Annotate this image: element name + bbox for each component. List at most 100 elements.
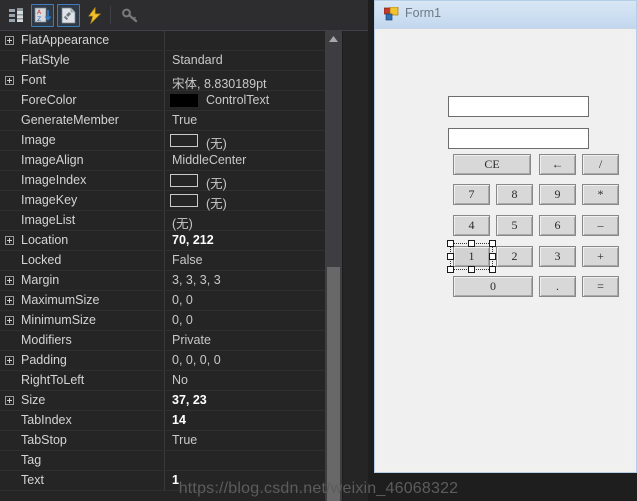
property-value-label[interactable]: Standard <box>172 53 223 67</box>
property-pages-icon[interactable] <box>118 4 141 27</box>
property-row[interactable]: Size 37, 23 <box>0 391 325 411</box>
property-name-label: ImageAlign <box>21 153 84 167</box>
properties-toolbar: A Z <box>0 0 368 31</box>
button-3[interactable]: 3 <box>539 246 576 267</box>
property-row[interactable]: MinimumSize 0, 0 <box>0 311 325 331</box>
button-equals[interactable]: = <box>582 276 619 297</box>
form-titlebar[interactable]: Form1 <box>375 1 636 29</box>
categorized-view-icon[interactable] <box>5 4 28 27</box>
resize-handle-e[interactable] <box>489 253 496 260</box>
property-grid-scrollbar[interactable] <box>325 31 342 501</box>
resize-handle-s[interactable] <box>468 266 475 273</box>
property-value-label[interactable]: False <box>172 253 203 267</box>
property-value-label[interactable]: (无) <box>172 213 193 232</box>
property-value-label[interactable]: 3, 3, 3, 3 <box>172 273 221 287</box>
property-value-label[interactable]: (无) <box>206 173 227 192</box>
property-name-label: TabStop <box>21 433 67 447</box>
property-row[interactable]: TabStop True <box>0 431 325 451</box>
property-grid[interactable]: FlatAppearance FlatStyle Standard Font 宋体, 8… <box>0 31 325 501</box>
property-row[interactable]: Font 宋体, 8.830189pt <box>0 71 325 91</box>
button-6[interactable]: 6 <box>539 215 576 236</box>
property-value-label[interactable]: 70, 212 <box>172 233 214 247</box>
property-row[interactable]: ImageList (无) <box>0 211 325 231</box>
svg-text:Z: Z <box>37 16 41 23</box>
expand-plus-icon[interactable] <box>5 236 14 245</box>
property-value-label[interactable]: Private <box>172 333 211 347</box>
property-value-label[interactable]: 0, 0 <box>172 293 193 307</box>
property-name-label: Image <box>21 133 56 147</box>
expand-plus-icon[interactable] <box>5 276 14 285</box>
winforms-icon <box>383 6 399 21</box>
button-7[interactable]: 7 <box>453 184 490 205</box>
property-value-label[interactable]: 宋体, 8.830189pt <box>172 73 267 92</box>
scroll-up-arrow-icon[interactable] <box>325 31 342 47</box>
property-row[interactable]: Modifiers Private <box>0 331 325 351</box>
resize-handle-se[interactable] <box>489 266 496 273</box>
resize-handle-sw[interactable] <box>447 266 454 273</box>
display-textbox-1[interactable] <box>448 96 589 117</box>
property-row[interactable]: MaximumSize 0, 0 <box>0 291 325 311</box>
expand-plus-icon[interactable] <box>5 316 14 325</box>
property-value-label[interactable]: No <box>172 373 188 387</box>
property-row[interactable]: ImageKey (无) <box>0 191 325 211</box>
button-0[interactable]: 0 <box>453 276 533 297</box>
button-9[interactable]: 9 <box>539 184 576 205</box>
expand-plus-icon[interactable] <box>5 396 14 405</box>
resize-handle-w[interactable] <box>447 253 454 260</box>
property-row[interactable]: ImageIndex (无) <box>0 171 325 191</box>
button-backspace[interactable]: ← <box>539 154 576 175</box>
property-row[interactable]: FlatStyle Standard <box>0 51 325 71</box>
events-icon[interactable] <box>83 4 106 27</box>
button-5[interactable]: 5 <box>496 215 533 236</box>
button-plus[interactable]: + <box>582 246 619 267</box>
property-name-label: Font <box>21 73 47 87</box>
expand-plus-icon[interactable] <box>5 296 14 305</box>
property-row[interactable]: TabIndex 14 <box>0 411 325 431</box>
button-divide[interactable]: / <box>582 154 619 175</box>
resize-handle-nw[interactable] <box>447 240 454 247</box>
button-minus[interactable]: – <box>582 215 619 236</box>
expand-plus-icon[interactable] <box>5 36 14 45</box>
property-value-label[interactable]: 37, 23 <box>172 393 207 407</box>
property-value-label[interactable]: 0, 0 <box>172 313 193 327</box>
property-row[interactable]: ForeColor ControlText <box>0 91 325 111</box>
button-4[interactable]: 4 <box>453 215 490 236</box>
form-window[interactable]: Form1 CE ← / 7 8 9 * 4 5 6 – 1 2 3 + 0 .… <box>374 0 637 473</box>
property-row[interactable]: ImageAlign MiddleCenter <box>0 151 325 171</box>
empty-image-swatch <box>170 194 198 207</box>
property-row[interactable]: Image (无) <box>0 131 325 151</box>
property-name-label: ImageIndex <box>21 173 87 187</box>
form-designer-surface[interactable]: Form1 CE ← / 7 8 9 * 4 5 6 – 1 2 3 + 0 .… <box>368 0 637 501</box>
form-client-area[interactable]: CE ← / 7 8 9 * 4 5 6 – 1 2 3 + 0 . = <box>379 29 632 468</box>
property-row[interactable]: Margin 3, 3, 3, 3 <box>0 271 325 291</box>
property-row[interactable]: Locked False <box>0 251 325 271</box>
alphabetical-sort-icon[interactable]: A Z <box>31 4 54 27</box>
button-8[interactable]: 8 <box>496 184 533 205</box>
property-row[interactable]: Location 70, 212 <box>0 231 325 251</box>
resize-handle-ne[interactable] <box>489 240 496 247</box>
property-row[interactable]: GenerateMember True <box>0 111 325 131</box>
scrollbar-thumb[interactable] <box>327 267 340 501</box>
property-row[interactable]: Tag <box>0 451 325 471</box>
properties-icon[interactable] <box>57 4 80 27</box>
expand-plus-icon[interactable] <box>5 356 14 365</box>
property-row[interactable]: FlatAppearance <box>0 31 325 51</box>
resize-handle-n[interactable] <box>468 240 475 247</box>
property-row[interactable]: Padding 0, 0, 0, 0 <box>0 351 325 371</box>
property-value-label[interactable]: True <box>172 113 197 127</box>
property-value-label[interactable]: 14 <box>172 413 186 427</box>
property-value-label[interactable]: (无) <box>206 133 227 152</box>
property-value-label[interactable]: True <box>172 433 197 447</box>
button-2[interactable]: 2 <box>496 246 533 267</box>
property-name-label: MaximumSize <box>21 293 100 307</box>
property-value-label[interactable]: MiddleCenter <box>172 153 246 167</box>
button-ce[interactable]: CE <box>453 154 531 175</box>
button-decimal[interactable]: . <box>539 276 576 297</box>
property-value-label[interactable]: 0, 0, 0, 0 <box>172 353 221 367</box>
display-textbox-2[interactable] <box>448 128 589 149</box>
property-value-label[interactable]: (无) <box>206 193 227 212</box>
property-row[interactable]: RightToLeft No <box>0 371 325 391</box>
button-multiply[interactable]: * <box>582 184 619 205</box>
expand-plus-icon[interactable] <box>5 76 14 85</box>
property-value-label[interactable]: ControlText <box>206 93 269 107</box>
